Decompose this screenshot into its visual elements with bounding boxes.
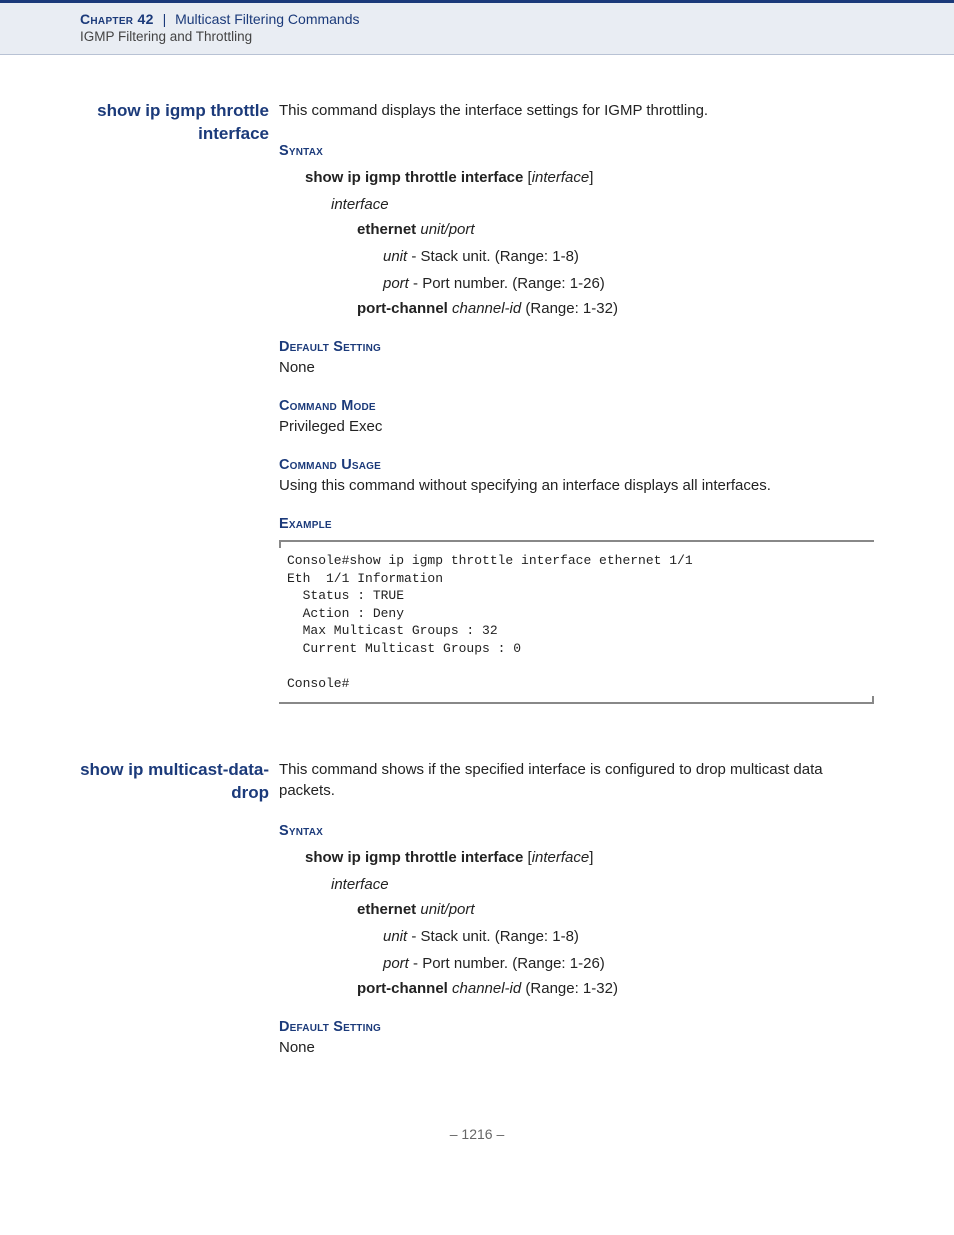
port-label: port [383,955,409,972]
ethernet-params: unit/port [420,221,474,238]
ethernet-line: ethernet unit/port [279,901,874,918]
page-content: show ip igmp throttle interface This com… [0,55,954,1182]
section-title: Multicast Filtering Commands [175,11,359,27]
command-body: This command shows if the specified inte… [279,759,874,1056]
unit-label: unit [383,928,407,945]
command-title: show ip igmp throttle interface [80,100,279,146]
syntax-line: show ip igmp throttle interface [interfa… [279,849,874,866]
portchannel-keyword: port-channel [357,300,448,317]
mode-heading: Command Mode [279,398,874,414]
example-text: Console#show ip igmp throttle interface … [287,553,693,691]
command-description: This command displays the interface sett… [279,100,874,121]
portchannel-line: port-channel channel-id (Range: 1-32) [279,980,874,997]
header-line-1: Chapter 42 | Multicast Filtering Command… [80,11,954,27]
example-heading: Example [279,516,874,532]
default-heading: Default Setting [279,339,874,355]
portchannel-desc: (Range: 1-32) [521,980,618,997]
ethernet-params: unit/port [420,901,474,918]
syntax-heading: Syntax [279,823,874,839]
corner-icon [866,696,874,702]
ethernet-line: ethernet unit/port [279,221,874,238]
page-number: – 1216 – [80,1126,874,1142]
syntax-param: interface [532,169,590,186]
unit-desc: - Stack unit. (Range: 1-8) [407,928,579,945]
subsection-title: IGMP Filtering and Throttling [80,29,954,44]
page-header: Chapter 42 | Multicast Filtering Command… [0,0,954,55]
spacer [80,704,874,759]
portchannel-line: port-channel channel-id (Range: 1-32) [279,300,874,317]
mode-value: Privileged Exec [279,418,874,435]
port-line: port - Port number. (Range: 1-26) [279,275,874,292]
interface-label: interface [279,876,874,893]
unit-line: unit - Stack unit. (Range: 1-8) [279,928,874,945]
portchannel-param: channel-id [452,980,521,997]
separator: | [158,11,172,27]
usage-value: Using this command without specifying an… [279,477,874,494]
port-desc: - Port number. (Range: 1-26) [409,275,605,292]
default-heading: Default Setting [279,1019,874,1035]
example-box: Console#show ip igmp throttle interface … [279,540,874,704]
interface-label: interface [279,196,874,213]
command-title: show ip multicast-data-drop [80,759,279,805]
portchannel-desc: (Range: 1-32) [521,300,618,317]
chapter-label: Chapter 42 [80,11,154,27]
bracket-close: ] [589,169,593,186]
command-entry: show ip igmp throttle interface This com… [80,100,874,704]
unit-label: unit [383,248,407,265]
unit-line: unit - Stack unit. (Range: 1-8) [279,248,874,265]
portchannel-param: channel-id [452,300,521,317]
corner-icon [279,542,287,548]
default-value: None [279,359,874,376]
syntax-command: show ip igmp throttle interface [305,849,523,866]
ethernet-keyword: ethernet [357,221,416,238]
syntax-command: show ip igmp throttle interface [305,169,523,186]
syntax-param: interface [532,849,590,866]
unit-desc: - Stack unit. (Range: 1-8) [407,248,579,265]
bracket-close: ] [589,849,593,866]
syntax-line: show ip igmp throttle interface [interfa… [279,169,874,186]
port-desc: - Port number. (Range: 1-26) [409,955,605,972]
default-value: None [279,1039,874,1056]
port-label: port [383,275,409,292]
portchannel-keyword: port-channel [357,980,448,997]
command-description: This command shows if the specified inte… [279,759,874,801]
syntax-heading: Syntax [279,143,874,159]
command-body: This command displays the interface sett… [279,100,874,704]
port-line: port - Port number. (Range: 1-26) [279,955,874,972]
command-entry: show ip multicast-data-drop This command… [80,759,874,1056]
usage-heading: Command Usage [279,457,874,473]
ethernet-keyword: ethernet [357,901,416,918]
